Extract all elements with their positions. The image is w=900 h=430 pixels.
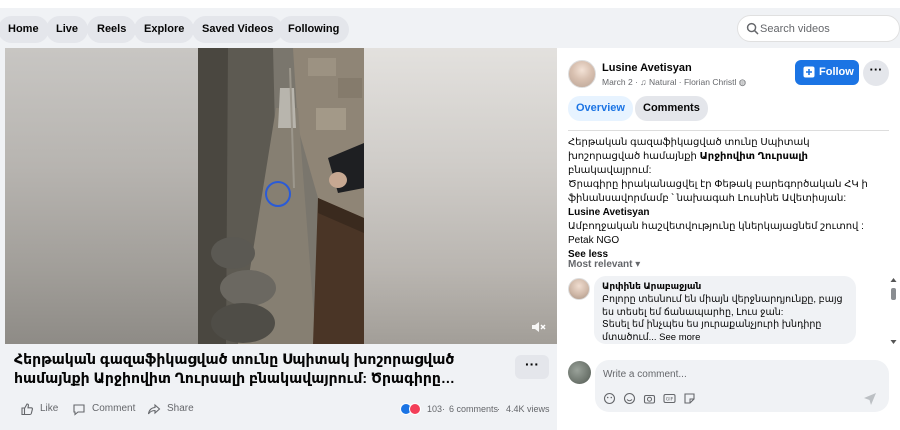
volume-muted-icon[interactable] bbox=[529, 318, 547, 336]
svg-text:GIF: GIF bbox=[666, 397, 674, 403]
comment-input[interactable] bbox=[603, 366, 873, 382]
tab-comments[interactable]: Comments bbox=[635, 96, 708, 121]
gif-icon[interactable]: GIF bbox=[663, 392, 676, 405]
tab-reels[interactable]: Reels bbox=[87, 16, 137, 43]
comment-count[interactable]: 6 comments bbox=[449, 400, 498, 418]
video-info-panel: Lusine Avetisyan March 2 · ♫ Natural · F… bbox=[557, 48, 900, 430]
author-name[interactable]: Lusine Avetisyan bbox=[602, 62, 692, 74]
follow-button[interactable]: Follow bbox=[795, 60, 859, 85]
post-date[interactable]: March 2 bbox=[602, 77, 633, 87]
video-frame bbox=[198, 48, 364, 344]
post-meta: March 2 · ♫ Natural · Florian Christl ◍ bbox=[602, 77, 747, 87]
desc-line-4: Petak NGO bbox=[568, 235, 620, 246]
tab-following[interactable]: Following bbox=[278, 16, 350, 43]
comment-sort-label: Most relevant bbox=[568, 259, 633, 270]
video-blur-right bbox=[364, 48, 557, 344]
video-blur-left bbox=[5, 48, 198, 344]
comment-author[interactable]: Արփինե Արաբաջյան bbox=[602, 281, 701, 292]
video-title: Հերթական գազաֆիկացված տունը Սպիտակ խոշոր… bbox=[14, 351, 455, 386]
desc-line-2: Ծրագիրը իրականացվել էր Փեթակ բարեգործակա… bbox=[568, 179, 868, 204]
video-stats: 103 · 6 comments · 4.4K views bbox=[400, 400, 550, 418]
comment-label: Comment bbox=[92, 403, 136, 414]
view-count: 4.4K views bbox=[506, 404, 550, 414]
search-icon bbox=[746, 22, 759, 35]
comments-scrollbar[interactable] bbox=[890, 278, 897, 344]
comment-composer[interactable]: GIF bbox=[595, 360, 889, 412]
comment-icon bbox=[73, 404, 85, 416]
like-label: Like bbox=[40, 403, 59, 414]
follow-label: Follow bbox=[819, 66, 854, 78]
comment-line: ես տեսել եմ ճանապարհը, Լուս ջան: bbox=[602, 306, 784, 318]
comment-bubble: Արփինե Արաբաջյան Բոլորը տեսնում են միայն… bbox=[594, 276, 856, 344]
send-icon[interactable] bbox=[863, 392, 877, 406]
camera-icon[interactable] bbox=[643, 392, 656, 405]
tab-overview[interactable]: Overview bbox=[568, 96, 633, 121]
comment-line: Բոլորը տեսնում են միայն վերջնարդյունքը, … bbox=[602, 294, 843, 305]
search-box[interactable] bbox=[737, 15, 900, 42]
desc-line-3: Ամբողջական հաշվետվությունը կներկայացնեմ … bbox=[568, 221, 864, 232]
post-description: Հերթական գազաֆիկացված տունը Սպիտակ խոշոր… bbox=[568, 136, 878, 262]
emoji-icon[interactable] bbox=[623, 392, 636, 405]
top-bar bbox=[0, 0, 900, 8]
stats-separator-1: · bbox=[442, 404, 445, 414]
tab-saved-videos[interactable]: Saved Videos bbox=[192, 16, 284, 43]
globe-icon: ◍ bbox=[738, 77, 747, 87]
search-input[interactable] bbox=[760, 19, 890, 39]
reaction-count[interactable]: 103 bbox=[427, 400, 442, 418]
love-reaction-icon bbox=[409, 403, 421, 415]
video-frame-image bbox=[198, 48, 364, 344]
desc-bold-place: Արջիովիտ Ղուրսալի bbox=[699, 151, 808, 162]
commenter-avatar[interactable] bbox=[568, 278, 590, 300]
avatar-sticker-icon[interactable] bbox=[603, 392, 616, 405]
current-user-avatar bbox=[568, 361, 591, 384]
video-more-button[interactable]: ··· bbox=[515, 355, 549, 379]
author-avatar[interactable] bbox=[568, 60, 596, 88]
tab-live[interactable]: Live bbox=[46, 16, 89, 43]
comment-sort[interactable]: Most relevant ▾ bbox=[568, 259, 640, 270]
share-label: Share bbox=[167, 403, 194, 414]
tab-explore[interactable]: Explore bbox=[134, 16, 195, 43]
chevron-down-icon: ▾ bbox=[635, 259, 641, 270]
like-icon bbox=[21, 403, 33, 416]
stats-separator-2: · bbox=[497, 404, 500, 414]
video-player[interactable] bbox=[5, 48, 557, 344]
follow-icon bbox=[803, 66, 815, 78]
panel-divider bbox=[568, 130, 889, 131]
sticker-icon[interactable] bbox=[683, 392, 696, 405]
comment-line: մտածում... See more bbox=[602, 331, 701, 343]
comment-line: Տեսել եմ ինչպես ես յուրաքանչյուրի խնդիրը bbox=[602, 319, 822, 330]
panel-more-button[interactable]: ··· bbox=[863, 60, 889, 86]
share-icon bbox=[147, 403, 161, 415]
desc-bold-author[interactable]: Lusine Avetisyan bbox=[568, 207, 650, 218]
comment-text: Բոլորը տեսնում են միայն վերջնարդյունքը, … bbox=[602, 294, 852, 344]
tab-home[interactable]: Home bbox=[0, 16, 49, 43]
desc-line-1-end: բնակավայրում: bbox=[568, 165, 652, 176]
post-music[interactable]: ♫ Natural · Florian Christl bbox=[640, 77, 736, 87]
